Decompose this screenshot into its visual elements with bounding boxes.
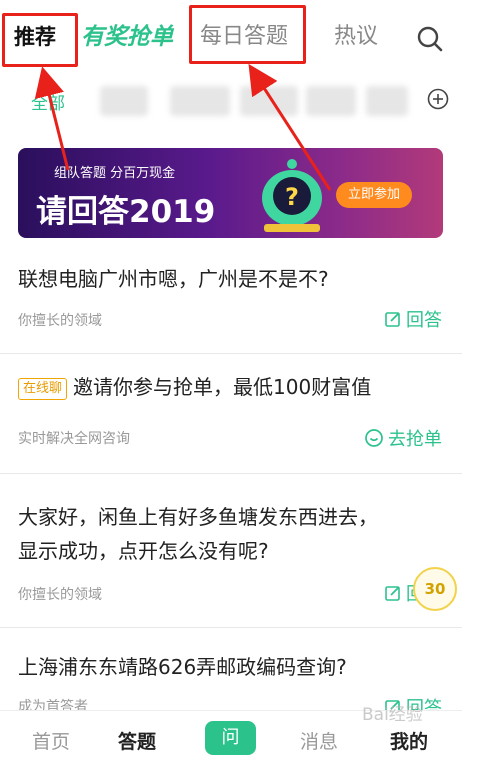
category-blurred[interactable]	[170, 86, 230, 116]
question-title[interactable]: 联想电脑广州市嗯，广州是不是不?	[18, 262, 329, 296]
nav-me[interactable]: 我的	[390, 727, 428, 754]
tab-hot-discussion[interactable]: 热议	[334, 22, 378, 52]
promo-banner[interactable]: 组队答题 分百万现金 请回答2019 ? 立即参加	[18, 148, 443, 238]
top-tab-bar: 推荐 有奖抢单 每日答题 热议	[0, 0, 462, 74]
svg-text:?: ?	[285, 183, 299, 211]
category-row: 全部	[0, 74, 462, 126]
answer-label: 回答	[406, 310, 442, 331]
online-chat-badge: 在线聊	[18, 377, 68, 400]
question-title-line1[interactable]: 大家好，闲鱼上有好多鱼塘发东西进去，	[18, 500, 378, 534]
wealth-coin-badge[interactable]: 30	[413, 567, 457, 611]
question-title-text: 邀请你参与抢单，最低100财富值	[73, 375, 372, 399]
question-meta: 实时解决全网咨询	[18, 431, 130, 447]
search-icon[interactable]	[415, 24, 445, 54]
question-item[interactable]: 大家好，闲鱼上有好多鱼塘发东西进去， 显示成功，点开怎么没有呢? 你擅长的领域 …	[0, 474, 462, 628]
category-all[interactable]: 全部	[31, 89, 65, 114]
banner-subtitle: 组队答题 分百万现金	[54, 166, 176, 181]
category-blurred[interactable]	[306, 86, 356, 116]
question-title[interactable]: 在线聊 邀请你参与抢单，最低100财富值	[18, 370, 371, 404]
question-title[interactable]: 上海浦东东靖路626弄邮政编码查询?	[18, 650, 347, 684]
question-item[interactable]: 在线聊 邀请你参与抢单，最低100财富值 实时解决全网咨询 去抢单	[0, 354, 462, 474]
question-meta: 你擅长的领域	[18, 587, 102, 603]
question-meta: 你擅长的领域	[18, 313, 102, 329]
edit-icon	[385, 586, 400, 601]
tab-recommend[interactable]: 推荐	[14, 22, 56, 52]
nav-message[interactable]: 消息	[300, 727, 338, 754]
join-now-button[interactable]: 立即参加	[336, 182, 412, 208]
tab-prize-grab[interactable]: 有奖抢单	[81, 22, 173, 52]
edit-icon	[385, 312, 400, 327]
question-item[interactable]: 联想电脑广州市嗯，广州是不是不? 你擅长的领域 回答	[0, 248, 462, 354]
banner-title: 请回答2019	[36, 194, 216, 230]
add-category-icon[interactable]	[427, 88, 449, 110]
question-item[interactable]: 上海浦东东靖路626弄邮政编码查询? 成为首答者 回答	[0, 628, 462, 719]
grab-order-button[interactable]: 去抢单	[364, 425, 442, 451]
category-blurred[interactable]	[100, 86, 148, 116]
question-title-line2[interactable]: 显示成功，点开怎么没有呢?	[18, 534, 269, 568]
grab-order-label: 去抢单	[388, 429, 442, 450]
category-blurred[interactable]	[240, 86, 298, 116]
robot-mascot-icon: ?	[262, 159, 322, 232]
chat-icon	[365, 429, 383, 447]
answer-button[interactable]: 回答	[384, 306, 442, 332]
nav-answer[interactable]: 答题	[118, 727, 156, 754]
tab-daily-quiz[interactable]: 每日答题	[200, 22, 288, 52]
watermark: Bai经验	[362, 705, 423, 725]
nav-ask-button[interactable]: 问	[205, 721, 256, 755]
category-blurred[interactable]	[366, 86, 408, 116]
nav-home[interactable]: 首页	[32, 727, 70, 754]
